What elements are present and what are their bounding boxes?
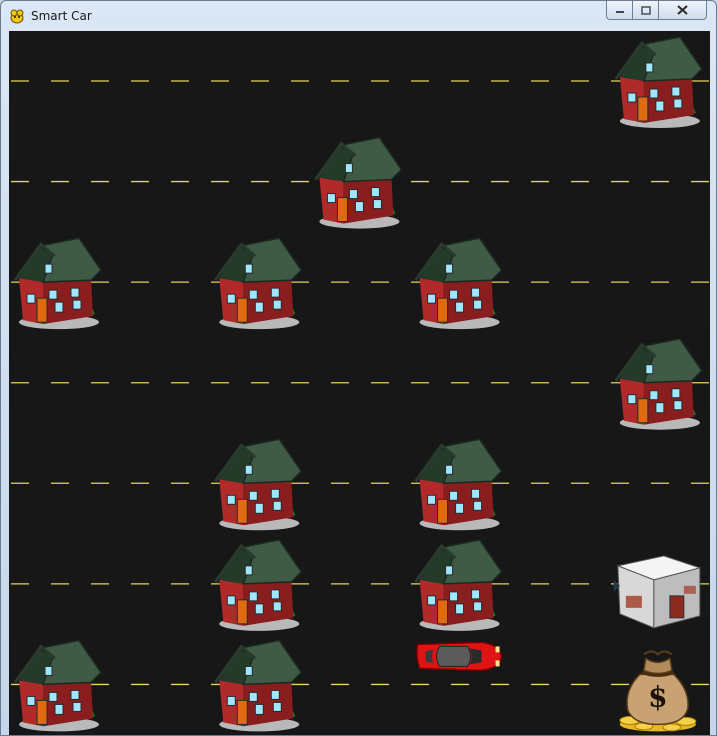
player-car [416, 641, 503, 672]
game-board: $ [9, 35, 710, 733]
bunker [613, 555, 701, 629]
house [414, 538, 504, 633]
title-bar[interactable]: Smart Car [1, 1, 716, 31]
pygame-snake-icon [10, 9, 24, 24]
house [213, 638, 303, 733]
close-icon [677, 5, 688, 15]
close-button[interactable] [659, 1, 707, 20]
money-bag-symbol: $ [648, 680, 667, 713]
minimize-button[interactable] [606, 1, 633, 20]
house [213, 437, 303, 532]
game-canvas[interactable]: $ [9, 31, 710, 735]
house [13, 236, 103, 331]
house [614, 337, 704, 432]
house [414, 236, 504, 331]
house [614, 35, 704, 130]
app-window: Smart Car $ [0, 0, 717, 736]
house [13, 638, 103, 733]
game-sprites: $ [13, 35, 704, 733]
house [414, 437, 504, 532]
maximize-button[interactable] [633, 1, 659, 20]
window-controls [606, 1, 710, 21]
window-title: Smart Car [31, 9, 92, 23]
house [313, 136, 403, 231]
house [213, 236, 303, 331]
maximize-icon [640, 5, 651, 15]
minimize-icon [615, 11, 624, 13]
house [213, 538, 303, 633]
